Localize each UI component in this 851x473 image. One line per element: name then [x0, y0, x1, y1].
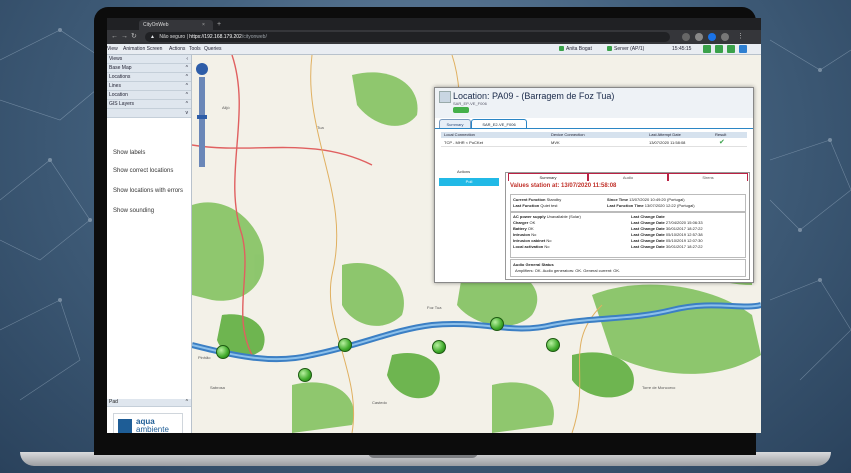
popup-header: Location: PA09 - (Barragem de Foz Tua) S… — [435, 88, 753, 118]
browser-urlbar: ← → ↻ ▲ Não seguro | https://192.168.179… — [107, 30, 761, 44]
sidebar-footer-row[interactable]: Pad ^ — [107, 399, 191, 407]
station-marker[interactable] — [298, 368, 312, 382]
reload-icon[interactable]: ↻ — [131, 33, 137, 41]
chevron-up-icon: ^ — [185, 92, 188, 98]
chevron-down-icon: v — [185, 110, 189, 116]
back-icon[interactable]: ← — [111, 33, 118, 41]
station-marker[interactable] — [338, 338, 352, 352]
address-bar[interactable]: ▲ Não seguro | https://192.168.179.202/c… — [145, 32, 670, 42]
poll-button[interactable]: Poll — [439, 178, 499, 186]
sidebar-row-gis-layers[interactable]: GIS Layers ^ — [107, 100, 191, 109]
show-correct-locations-link[interactable]: Show correct locations — [113, 168, 173, 174]
menu-actions[interactable]: Actions — [169, 45, 185, 53]
menu-kebab-icon[interactable]: ⋮ — [737, 33, 744, 41]
popup-title: Location: PA09 - (Barragem de Foz Tua) — [453, 91, 615, 101]
profile-icon[interactable] — [708, 33, 716, 41]
audio-box: Audio General Status Amplifiers: OK. Aud… — [510, 259, 746, 277]
detail-panel: Summary Audio Sirens Values station at: … — [505, 172, 750, 280]
alarm-icon[interactable] — [703, 45, 711, 53]
new-tab-icon[interactable]: + — [217, 20, 221, 30]
sidebar-row-location[interactable]: Location ^ — [107, 91, 191, 100]
menu-animation-screen[interactable]: Animation Screen — [123, 45, 162, 53]
chevron-up-icon: ^ — [185, 399, 188, 405]
sidebar: Views ‹ Base Map ^ Locations ^ Lines ^ Locat… — [107, 55, 192, 433]
sidebar-row-locations[interactable]: Locations ^ — [107, 73, 191, 82]
settings-icon[interactable] — [739, 45, 747, 53]
user-icon — [559, 46, 564, 52]
status-box: AC power supply Unavailable (Solar) Last… — [510, 212, 746, 258]
actions-label: Actions — [457, 169, 471, 174]
clock: 15:45:15 — [672, 46, 692, 52]
tab-detail-audio[interactable]: Audio — [588, 173, 668, 181]
url-path: /cityonweb/ — [241, 34, 267, 40]
map-zoom-control[interactable] — [196, 63, 208, 167]
station-marker[interactable] — [546, 338, 560, 352]
status-badge — [453, 107, 469, 113]
show-labels-link[interactable]: Show labels — [113, 150, 145, 156]
security-label: Não seguro — [159, 34, 186, 40]
extension-icon[interactable] — [695, 33, 703, 41]
chevron-up-icon: ^ — [185, 65, 188, 71]
station-marker[interactable] — [490, 317, 504, 331]
user-status: Anita Bogat — [559, 45, 592, 53]
show-sounding-link[interactable]: Show sounding — [113, 208, 154, 214]
logo-mark-icon — [118, 419, 132, 433]
detail-heading: Values station at: 13/07/2020 11:58:08 — [510, 183, 617, 189]
popup-subtitle: SAR_EP-VE_F006 — [453, 101, 487, 106]
server-status: Server (AP/1) — [607, 45, 644, 53]
menu-view[interactable]: View — [107, 45, 118, 53]
map-place-label: Torre de Moncorvo — [642, 385, 676, 390]
sound-icon[interactable] — [727, 45, 735, 53]
map-place-label: Tua — [317, 125, 324, 130]
chevron-up-icon: ^ — [185, 83, 188, 89]
station-marker[interactable] — [216, 345, 230, 359]
sidebar-row-lines[interactable]: Lines ^ — [107, 82, 191, 91]
location-popup: Location: PA09 - (Barragem de Foz Tua) S… — [434, 87, 754, 283]
map-place-label: Pinhão — [198, 355, 211, 360]
menu-tools[interactable]: Tools — [189, 45, 201, 53]
table-row[interactable]: TCP - MHR < PoCKet MVK 13/07/2020 11:58:… — [441, 139, 747, 147]
warning-icon: ▲ — [150, 34, 155, 40]
chevron-up-icon: ^ — [185, 101, 188, 107]
sidebar-row-base-map[interactable]: Base Map ^ — [107, 64, 191, 73]
map-place-label: Castedo — [372, 400, 387, 405]
extension-icon[interactable] — [682, 33, 690, 41]
check-icon: ✔ — [719, 139, 725, 146]
collapse-icon[interactable]: ‹ — [186, 55, 188, 63]
sidebar-row-expand[interactable]: v — [107, 109, 191, 118]
display-icon[interactable] — [715, 45, 723, 53]
map-place-label: Sabrosa — [210, 385, 225, 390]
url-host: https://192.168.179.202 — [189, 34, 242, 40]
detail-tabs: Summary Audio Sirens — [506, 173, 749, 181]
menu-queries[interactable]: Queries — [204, 45, 222, 53]
server-icon — [607, 46, 612, 52]
show-locations-errors-link[interactable]: Show locations with errors — [113, 188, 183, 194]
chevron-up-icon: ^ — [185, 74, 188, 80]
forward-icon[interactable]: → — [121, 33, 128, 41]
extension-icon[interactable] — [721, 33, 729, 41]
map-place-label: Alijó — [222, 105, 230, 110]
connection-grid-header: Local Connection Device Connection Last … — [441, 132, 747, 138]
close-tab-icon[interactable]: × — [202, 20, 205, 30]
aqua-ambiente-logo: aqua ambiente — [113, 413, 183, 433]
sidebar-row-views[interactable]: Views ‹ — [107, 55, 191, 64]
browser-tabbar: CityOnWeb × + — [107, 18, 761, 30]
map-place-label: Foz Tua — [427, 305, 442, 310]
tab-detail-sirens[interactable]: Sirens — [668, 173, 748, 181]
station-marker[interactable] — [432, 340, 446, 354]
app-menubar: View Animation Screen Actions Tools Quer… — [107, 44, 761, 55]
function-box: Current Function Standby Since Time 13/0… — [510, 194, 746, 212]
tab-detail-summary[interactable]: Summary — [508, 173, 588, 181]
location-icon — [439, 91, 451, 103]
laptop-screen: CityOnWeb × + ← → ↻ ▲ Não seguro | https… — [107, 18, 761, 433]
